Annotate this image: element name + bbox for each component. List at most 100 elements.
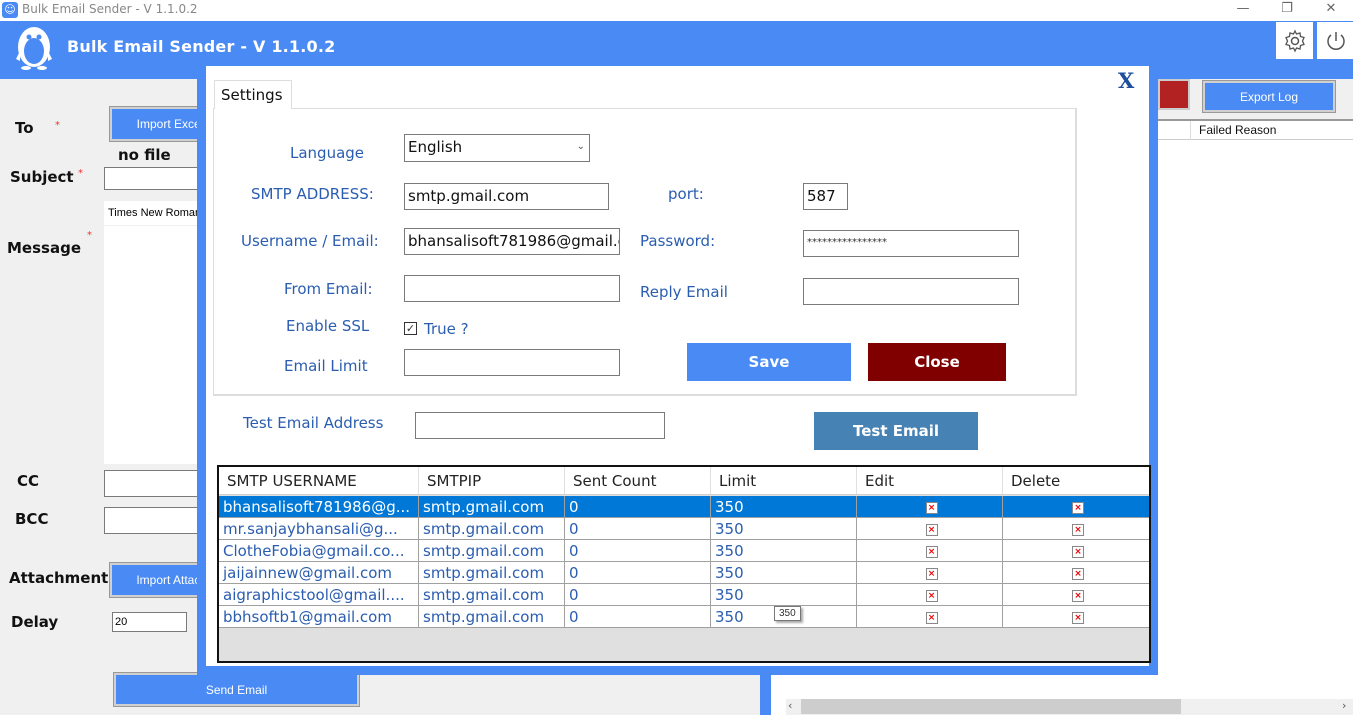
- port-label: port:: [668, 185, 704, 203]
- limit-tooltip: 350: [774, 606, 801, 621]
- cell-sent-count[interactable]: 0: [565, 584, 711, 605]
- scrollbar-thumb[interactable]: [801, 699, 1181, 714]
- cell-smtpip[interactable]: smtp.gmail.com: [419, 496, 565, 517]
- column-edit[interactable]: Edit: [857, 467, 1003, 494]
- cell-smtpip[interactable]: smtp.gmail.com: [419, 606, 565, 627]
- cell-limit[interactable]: 350: [711, 584, 857, 605]
- edit-icon[interactable]: ×: [925, 501, 938, 514]
- settings-button[interactable]: [1276, 22, 1313, 59]
- cell-edit: ×: [857, 496, 1003, 517]
- penguin-logo-icon: [16, 27, 52, 70]
- cell-limit[interactable]: 350: [711, 540, 857, 561]
- power-icon: [1326, 31, 1345, 50]
- delay-input[interactable]: 20: [112, 612, 187, 632]
- ssl-checkbox-label[interactable]: True ?: [424, 320, 469, 338]
- delay-label: Delay: [11, 613, 59, 631]
- reply-email-input[interactable]: [803, 278, 1019, 305]
- font-selector[interactable]: Times New Roman: [104, 201, 204, 225]
- column-smtpip[interactable]: SMTPIP: [419, 467, 565, 494]
- delete-icon[interactable]: ×: [1072, 611, 1084, 624]
- cell-limit[interactable]: 350: [711, 518, 857, 539]
- cell-sent-count[interactable]: 0: [565, 518, 711, 539]
- tab-settings[interactable]: Settings: [214, 80, 292, 109]
- email-limit-input[interactable]: [404, 349, 620, 376]
- edit-icon[interactable]: ×: [925, 545, 938, 558]
- app-icon: ☺: [2, 2, 18, 18]
- table-row[interactable]: jaijainnew@gmail.com smtp.gmail.com 0 350 × ×: [219, 562, 1149, 584]
- column-sent-count[interactable]: Sent Count: [565, 467, 711, 494]
- close-button[interactable]: Close: [868, 343, 1006, 381]
- minimize-button[interactable]: —: [1220, 0, 1266, 21]
- message-editor[interactable]: [104, 226, 204, 464]
- cell-smtpip[interactable]: smtp.gmail.com: [419, 540, 565, 561]
- cell-username[interactable]: mr.sanjaybhansali@g...: [219, 518, 419, 539]
- cell-sent-count[interactable]: 0: [565, 606, 711, 627]
- delete-icon[interactable]: ×: [1072, 523, 1084, 536]
- test-email-button[interactable]: Test Email: [814, 412, 978, 450]
- column-delete[interactable]: Delete: [1003, 467, 1149, 494]
- power-button[interactable]: [1317, 22, 1353, 59]
- smtp-address-input[interactable]: smtp.gmail.com: [404, 183, 609, 210]
- cell-username[interactable]: aigraphicstool@gmail....: [219, 584, 419, 605]
- from-email-input[interactable]: [404, 275, 620, 302]
- cell-username[interactable]: bbhsoftb1@gmail.com: [219, 606, 419, 627]
- edit-icon[interactable]: ×: [925, 523, 938, 536]
- cell-username[interactable]: jaijainnew@gmail.com: [219, 562, 419, 583]
- cell-delete: ×: [1003, 496, 1149, 517]
- delete-icon[interactable]: ×: [1072, 589, 1084, 602]
- cell-delete: ×: [1003, 562, 1149, 583]
- save-button[interactable]: Save: [687, 343, 851, 381]
- cell-username[interactable]: ClotheFobia@gmail.co...: [219, 540, 419, 561]
- log-table-header: Failed Reason: [1158, 121, 1353, 140]
- password-input[interactable]: ****************: [803, 230, 1019, 257]
- cell-smtpip[interactable]: smtp.gmail.com: [419, 584, 565, 605]
- username-input[interactable]: bhansalisoft781986@gmail.com: [404, 228, 620, 255]
- port-input[interactable]: 587: [803, 183, 848, 210]
- cell-edit: ×: [857, 606, 1003, 627]
- cell-limit[interactable]: 350: [711, 496, 857, 517]
- import-attachment-button[interactable]: Import Attachment: [109, 562, 234, 598]
- cell-smtpip[interactable]: smtp.gmail.com: [419, 518, 565, 539]
- bcc-input[interactable]: [104, 507, 204, 534]
- ssl-checkbox[interactable]: ✓: [404, 322, 417, 335]
- subject-required-marker: *: [78, 168, 83, 179]
- subject-input[interactable]: [104, 167, 204, 190]
- table-row[interactable]: bhansalisoft781986@g... smtp.gmail.com 0 35…: [219, 496, 1149, 518]
- cc-input[interactable]: [104, 470, 204, 497]
- cell-limit[interactable]: 350: [711, 562, 857, 583]
- scroll-left-icon[interactable]: ‹: [788, 699, 792, 712]
- cell-smtpip[interactable]: smtp.gmail.com: [419, 562, 565, 583]
- send-email-button[interactable]: Send Email: [113, 672, 360, 707]
- restore-button[interactable]: ❐: [1264, 0, 1310, 21]
- edit-icon[interactable]: ×: [925, 611, 938, 624]
- column-smtp-username[interactable]: SMTP USERNAME: [219, 467, 419, 494]
- clear-log-button[interactable]: [1158, 79, 1190, 110]
- table-row[interactable]: aigraphicstool@gmail.... smtp.gmail.com 0 3…: [219, 584, 1149, 606]
- scroll-right-icon[interactable]: ›: [1342, 699, 1346, 712]
- test-email-label: Test Email Address: [243, 414, 384, 432]
- import-excel-label: Import Excel: [136, 117, 204, 131]
- delete-icon[interactable]: ×: [1072, 567, 1084, 580]
- window-close-button[interactable]: ✕: [1308, 0, 1353, 21]
- test-email-input[interactable]: [415, 412, 665, 439]
- cell-sent-count[interactable]: 0: [565, 562, 711, 583]
- table-row[interactable]: mr.sanjaybhansali@g... smtp.gmail.com 0 350…: [219, 518, 1149, 540]
- cell-sent-count[interactable]: 0: [565, 540, 711, 561]
- delete-icon[interactable]: ×: [1072, 501, 1084, 514]
- language-select[interactable]: English ⌄: [404, 134, 590, 162]
- edit-icon[interactable]: ×: [925, 589, 938, 602]
- cell-edit: ×: [857, 540, 1003, 561]
- edit-icon[interactable]: ×: [925, 567, 938, 580]
- import-excel-button[interactable]: Import Excel: [109, 106, 211, 142]
- horizontal-scrollbar[interactable]: ‹ ›: [786, 699, 1353, 715]
- table-row[interactable]: bbhsoftb1@gmail.com smtp.gmail.com 0 350 × ×: [219, 606, 1149, 628]
- column-limit[interactable]: Limit: [711, 467, 857, 494]
- cell-username[interactable]: bhansalisoft781986@g...: [219, 496, 419, 517]
- username-label: Username / Email:: [241, 232, 379, 250]
- log-panel-bottom: ‹ ›: [771, 675, 1353, 715]
- export-log-button[interactable]: Export Log: [1202, 80, 1336, 113]
- table-row[interactable]: ClotheFobia@gmail.co... smtp.gmail.com 0 35…: [219, 540, 1149, 562]
- cell-sent-count[interactable]: 0: [565, 496, 711, 517]
- delete-icon[interactable]: ×: [1072, 545, 1084, 558]
- modal-close-icon[interactable]: X: [1118, 68, 1134, 93]
